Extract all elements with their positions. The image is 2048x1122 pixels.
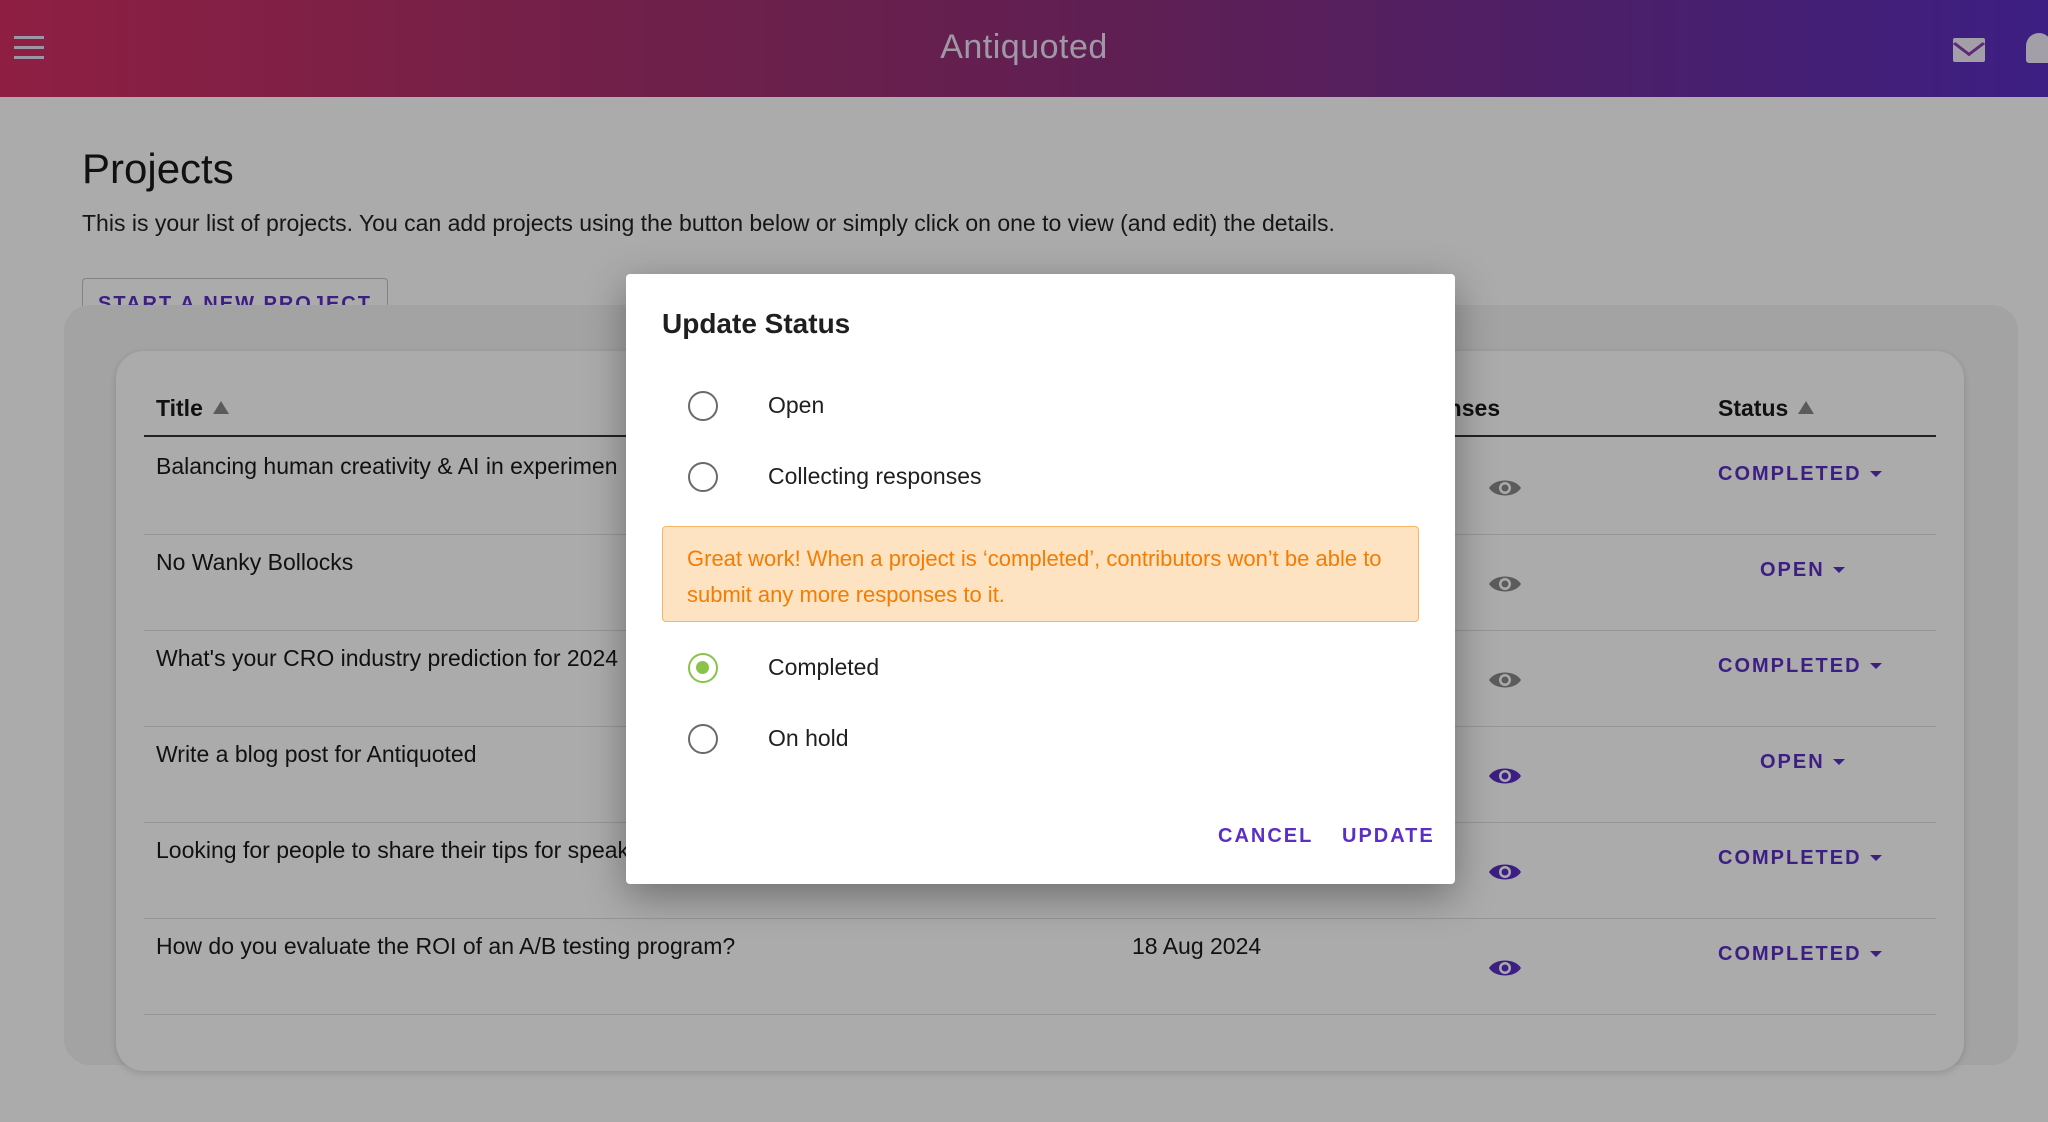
completed-warning-alert: Great work! When a project is ‘completed… bbox=[662, 526, 1419, 622]
radio-option-collecting-responses[interactable]: Collecting responses bbox=[626, 447, 1455, 507]
radio-label: Open bbox=[768, 392, 825, 418]
radio-option-open[interactable]: Open bbox=[626, 376, 1455, 436]
dialog-title: Update Status bbox=[662, 308, 851, 339]
radio-label: Completed bbox=[768, 654, 880, 680]
radio-option-completed[interactable]: Completed bbox=[626, 638, 1455, 698]
cancel-button[interactable]: CANCEL bbox=[1218, 825, 1313, 848]
radio-button-selected[interactable] bbox=[688, 653, 718, 683]
radio-button[interactable] bbox=[688, 724, 718, 754]
radio-button[interactable] bbox=[688, 462, 718, 492]
radio-option-on-hold[interactable]: On hold bbox=[626, 709, 1455, 769]
radio-label: On hold bbox=[768, 725, 849, 751]
radio-button[interactable] bbox=[688, 391, 718, 421]
update-status-dialog: Update Status Open Collecting responses … bbox=[626, 274, 1455, 884]
update-button[interactable]: UPDATE bbox=[1342, 825, 1435, 848]
radio-label: Collecting responses bbox=[768, 463, 982, 489]
